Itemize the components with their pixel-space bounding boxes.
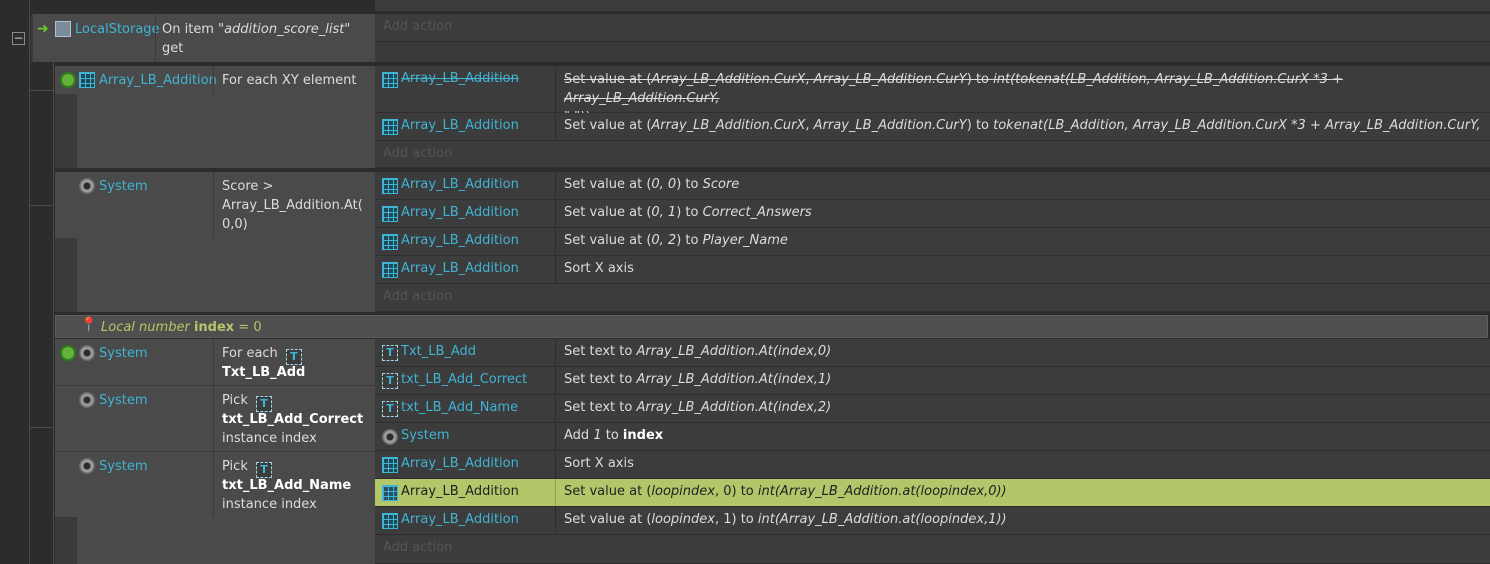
trigger-arrow-icon: ➜ (37, 21, 49, 37)
condition-text-line1: Pick T (222, 457, 272, 478)
gear-icon (79, 392, 95, 408)
action-object-name: Array_LB_Addition (401, 118, 519, 133)
condition-for-each-xy[interactable]: Array_LB_Addition For each XY element (55, 66, 375, 94)
action-object-name: Array_LB_Addition (401, 484, 519, 499)
condition-object-name: System (99, 459, 148, 474)
action-row[interactable]: T txt_LB_Add_Correct Set text to Array_L… (375, 367, 1490, 395)
add-action-score[interactable]: Add action (375, 284, 1490, 312)
action-text: Set value at (0, 1) to Correct_Answers (564, 205, 812, 220)
action-row-selected[interactable]: Array_LB_Addition Set value at (loopinde… (375, 479, 1490, 507)
condition-object-name: Array_LB_Addition (99, 73, 217, 88)
add-action-label: Add action (383, 19, 453, 34)
condition-text-line1: Score > (222, 179, 274, 194)
array-icon (79, 72, 95, 88)
action-row[interactable]: Array_LB_Addition Set value at (0, 1) to… (375, 200, 1490, 228)
condition-text-line1: For each T (222, 344, 302, 365)
add-action-for-each[interactable]: Add action (375, 535, 1490, 564)
action-object-name: Array_LB_Addition (401, 456, 519, 471)
loop-icon (60, 72, 76, 88)
condition-pick-name[interactable]: System Pick T txt_LB_Add_Name instance i… (55, 451, 375, 518)
tree-guide-line (29, 205, 53, 206)
local-variable-icon: 📍 (80, 317, 98, 333)
action-text: Set value at (0, 2) to Player_Name (564, 233, 788, 248)
condition-object-name: LocalStorage (75, 22, 160, 37)
action-object-name: Array_LB_Addition (401, 205, 519, 220)
condition-text: On item "addition_score_list" (162, 22, 351, 37)
add-action-foreach-xy[interactable]: Add action (375, 141, 1490, 168)
action-object-name: Array_LB_Addition (401, 512, 519, 527)
action-object-name: Array_LB_Addition (401, 177, 519, 192)
condition-text-line2: txt_LB_Add_Correct (222, 412, 364, 427)
condition-area-empty (77, 517, 375, 564)
condition-pick-correct[interactable]: System Pick T txt_LB_Add_Correct instanc… (55, 385, 375, 452)
condition-object-name: System (99, 179, 148, 194)
action-row[interactable]: Array_LB_Addition Sort X axis (375, 451, 1490, 479)
action-row[interactable]: System Add 1 to index (375, 423, 1490, 451)
action-row[interactable]: Array_LB_Addition Sort X axis (375, 256, 1490, 284)
action-text: Set value at (Array_LB_Addition.CurX, Ar… (564, 118, 1480, 133)
condition-text: For each XY element (222, 73, 357, 88)
gear-icon (79, 458, 95, 474)
action-text: Set value at (loopindex, 1) to int(Array… (564, 512, 1007, 527)
gear-icon (79, 345, 95, 361)
add-action-label: Add action (383, 540, 453, 555)
action-text: Sort X axis (564, 456, 634, 471)
tree-guide-line (29, 90, 53, 91)
action-row[interactable]: Array_LB_Addition Set value at (0, 0) to… (375, 172, 1490, 200)
action-text: Set text to Array_LB_Addition.At(index,0… (564, 344, 832, 359)
condition-text-line2: Array_LB_Addition.At( (222, 198, 363, 213)
action-row[interactable]: Array_LB_Addition Set value at (Array_LB… (375, 113, 1490, 141)
add-action-label: Add action (383, 289, 453, 304)
condition-text-line2: Txt_LB_Add (222, 365, 306, 380)
action-text: Sort X axis (564, 261, 634, 276)
collapse-toggle[interactable]: − (12, 32, 25, 45)
gear-icon (79, 178, 95, 194)
action-row-disabled[interactable]: Array_LB_Addition Set value at (Array_LB… (375, 66, 1490, 125)
action-row[interactable]: T txt_LB_Add_Name Set text to Array_LB_A… (375, 395, 1490, 423)
action-object-name: Txt_LB_Add (401, 344, 477, 359)
condition-text-line3: instance index (222, 431, 317, 446)
action-object-name: System (401, 428, 450, 443)
action-text: Set value at (0, 0) to Score (564, 177, 740, 192)
tree-guide-line (29, 427, 53, 428)
localstorage-icon (55, 21, 71, 37)
condition-score-greater[interactable]: System Score > Array_LB_Addition.At( 0,0… (55, 172, 375, 238)
action-text: Set value at (loopindex, 0) to int(Array… (564, 484, 1007, 499)
condition-object-name: System (99, 393, 148, 408)
previous-event-add-action[interactable] (375, 0, 1490, 12)
action-row[interactable]: T Txt_LB_Add Set text to Array_LB_Additi… (375, 339, 1490, 367)
condition-for-each-txt-lb-add[interactable]: System For each T Txt_LB_Add (55, 339, 375, 385)
condition-localstorage-on-item-get[interactable]: ➜ LocalStorage On item "addition_score_l… (33, 14, 375, 62)
action-text: Set text to Array_LB_Addition.At(index,2… (564, 400, 832, 415)
condition-text-line2: get (162, 41, 184, 56)
condition-text-line2: txt_LB_Add_Name (222, 478, 352, 493)
action-object-name: txt_LB_Add_Correct (401, 372, 528, 387)
add-action-localstorage[interactable]: Add action (375, 14, 1490, 42)
loop-icon (60, 345, 76, 361)
action-text: Add 1 to index (564, 428, 664, 443)
condition-text-line3: 0,0) (222, 217, 248, 232)
action-object-name: txt_LB_Add_Name (401, 400, 519, 415)
add-action-label: Add action (383, 146, 453, 161)
tree-guide-line (29, 0, 30, 564)
condition-text-line3: instance index (222, 497, 317, 512)
condition-area-empty (77, 238, 375, 312)
action-row[interactable]: Array_LB_Addition Set value at (loopinde… (375, 507, 1490, 535)
action-object-name: Array_LB_Addition (401, 233, 519, 248)
action-object-name: Array_LB_Addition (401, 261, 519, 276)
action-row[interactable]: Array_LB_Addition Set value at (0, 2) to… (375, 228, 1490, 256)
local-variable-row[interactable]: 📍 Local number index = 0 (55, 315, 1488, 338)
action-text: Set text to Array_LB_Addition.At(index,1… (564, 372, 832, 387)
condition-area-empty (77, 94, 375, 168)
condition-object-name: System (99, 346, 148, 361)
local-variable-text: Local number index = 0 (101, 320, 262, 335)
tree-guide-line (53, 62, 54, 564)
condition-text-line1: Pick T (222, 391, 272, 412)
action-object-name: Array_LB_Addition (401, 71, 519, 86)
